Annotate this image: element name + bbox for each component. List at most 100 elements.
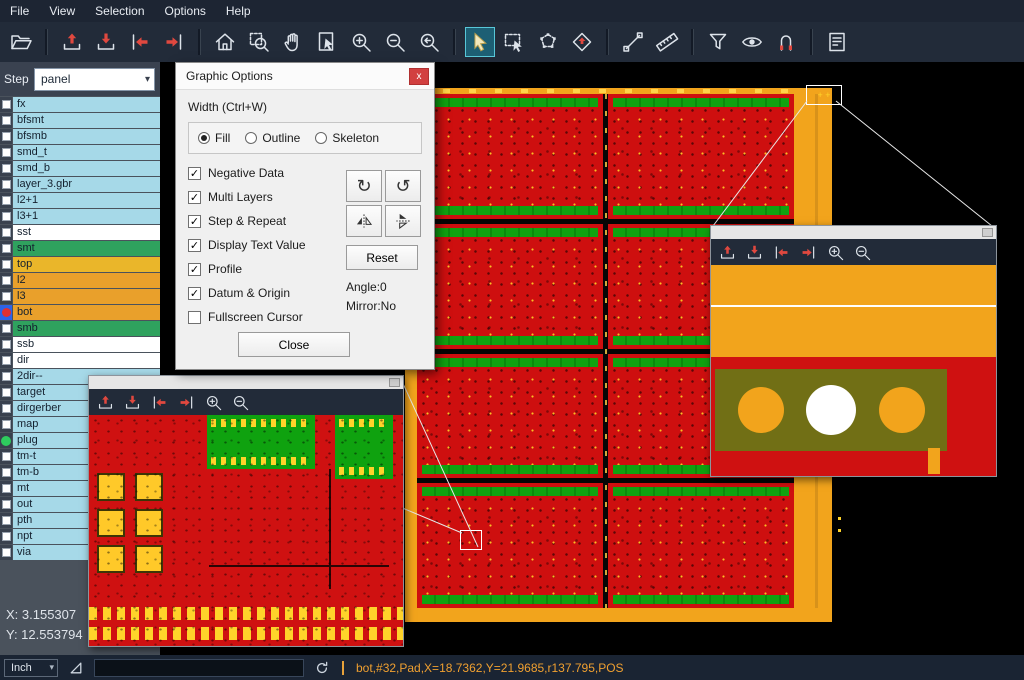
checkbox-display-text-value[interactable]: ✓Display Text Value	[188, 238, 340, 252]
eye-button[interactable]	[737, 27, 767, 57]
tray-down-button[interactable]	[91, 27, 121, 57]
layers-compare-button[interactable]	[567, 27, 597, 57]
radio-outline[interactable]: Outline	[245, 131, 300, 145]
layer-checkbox[interactable]	[0, 225, 12, 240]
layer-checkbox[interactable]	[0, 241, 12, 256]
layer-row-layer_3.gbr[interactable]: layer_3.gbr	[0, 177, 160, 192]
layer-checkbox[interactable]	[0, 193, 12, 208]
layer-dot-indicator[interactable]	[0, 433, 12, 448]
layer-checkbox[interactable]	[0, 209, 12, 224]
layer-checkbox[interactable]	[0, 289, 12, 304]
menu-selection[interactable]: Selection	[85, 0, 154, 22]
net-probe-button[interactable]	[771, 27, 801, 57]
zoom-in-button[interactable]	[201, 390, 225, 414]
filter-button[interactable]	[703, 27, 733, 57]
radio-skeleton[interactable]: Skeleton	[315, 131, 379, 145]
tray-up-button[interactable]	[93, 390, 117, 414]
layer-row-top[interactable]: top	[0, 257, 160, 272]
layer-checkbox[interactable]	[0, 273, 12, 288]
layer-checkbox[interactable]	[0, 449, 12, 464]
layer-row-bfsmt[interactable]: bfsmt	[0, 113, 160, 128]
layer-row-fx[interactable]: fx	[0, 97, 160, 112]
refresh-icon[interactable]	[314, 660, 330, 676]
checkbox-step-repeat[interactable]: ✓Step & Repeat	[188, 214, 340, 228]
mirror-vertical-button[interactable]	[385, 205, 421, 237]
layer-checkbox[interactable]	[0, 545, 12, 560]
nav-right-button[interactable]	[796, 240, 820, 264]
restore-window-icon[interactable]	[982, 228, 993, 237]
layer-checkbox[interactable]	[0, 513, 12, 528]
zoom-prev-button[interactable]	[414, 27, 444, 57]
layer-row-smb[interactable]: smb	[0, 321, 160, 336]
tray-down-button[interactable]	[120, 390, 144, 414]
layer-row-l3[interactable]: l3	[0, 289, 160, 304]
command-input[interactable]	[94, 659, 304, 677]
layer-checkbox[interactable]	[0, 369, 12, 384]
zoom-in-button[interactable]	[346, 27, 376, 57]
restore-window-icon[interactable]	[389, 378, 400, 387]
layer-checkbox[interactable]	[0, 353, 12, 368]
layer-row-smd_b[interactable]: smd_b	[0, 161, 160, 176]
layer-checkbox[interactable]	[0, 177, 12, 192]
select-poly-button[interactable]	[533, 27, 563, 57]
measure-ruler-button[interactable]	[652, 27, 682, 57]
zoom-out-button[interactable]	[228, 390, 252, 414]
layer-checkbox[interactable]	[0, 161, 12, 176]
step-selector[interactable]: panel	[34, 68, 155, 91]
nav-left-button[interactable]	[125, 27, 155, 57]
dialog-title-bar[interactable]: Graphic Options x	[176, 63, 434, 90]
zoom-out-button[interactable]	[380, 27, 410, 57]
checkbox-profile[interactable]: ✓Profile	[188, 262, 340, 276]
layer-row-ssb[interactable]: ssb	[0, 337, 160, 352]
layer-checkbox[interactable]	[0, 97, 12, 112]
checkbox-fullscreen-cursor[interactable]: Fullscreen Cursor	[188, 310, 340, 324]
snap-angle-icon[interactable]	[68, 660, 84, 676]
layer-row-dir[interactable]: dir	[0, 353, 160, 368]
nav-right-button[interactable]	[174, 390, 198, 414]
tray-up-button[interactable]	[715, 240, 739, 264]
nav-left-button[interactable]	[769, 240, 793, 264]
layer-row-smt[interactable]: smt	[0, 241, 160, 256]
popup-title-bar[interactable]	[89, 376, 403, 389]
layer-checkbox[interactable]	[0, 321, 12, 336]
layer-checkbox[interactable]	[0, 337, 12, 352]
tray-up-button[interactable]	[57, 27, 87, 57]
layer-row-l3+1[interactable]: l3+1	[0, 209, 160, 224]
pan-hand-button[interactable]	[278, 27, 308, 57]
zoom-in-button[interactable]	[823, 240, 847, 264]
rotate-ccw-button[interactable]: ↺	[385, 170, 421, 202]
zoom-area-button[interactable]	[244, 27, 274, 57]
menu-file[interactable]: File	[0, 0, 39, 22]
reset-button[interactable]: Reset	[346, 245, 418, 270]
layer-row-bfsmb[interactable]: bfsmb	[0, 129, 160, 144]
select-doc-button[interactable]	[312, 27, 342, 57]
layer-row-bot[interactable]: bot	[0, 305, 160, 320]
layer-checkbox[interactable]	[0, 113, 12, 128]
line-tool-button[interactable]	[618, 27, 648, 57]
checkbox-datum-origin[interactable]: ✓Datum & Origin	[188, 286, 340, 300]
report-button[interactable]	[822, 27, 852, 57]
close-button[interactable]: Close	[238, 332, 350, 357]
layer-checkbox[interactable]	[0, 129, 12, 144]
mirror-horizontal-button[interactable]	[346, 205, 382, 237]
open-folder-button[interactable]	[6, 27, 36, 57]
zoom-out-button[interactable]	[850, 240, 874, 264]
unit-selector[interactable]: Inch	[4, 659, 58, 677]
layer-row-l2[interactable]: l2	[0, 273, 160, 288]
menu-help[interactable]: Help	[216, 0, 261, 22]
nav-right-button[interactable]	[159, 27, 189, 57]
layer-checkbox[interactable]	[0, 401, 12, 416]
menu-view[interactable]: View	[39, 0, 85, 22]
layer-checkbox[interactable]	[0, 145, 12, 160]
layer-checkbox[interactable]	[0, 497, 12, 512]
layer-checkbox[interactable]	[0, 417, 12, 432]
nav-left-button[interactable]	[147, 390, 171, 414]
home-button[interactable]	[210, 27, 240, 57]
layer-row-sst[interactable]: sst	[0, 225, 160, 240]
select-area-button[interactable]	[499, 27, 529, 57]
layer-checkbox[interactable]	[0, 465, 12, 480]
menu-options[interactable]: Options	[155, 0, 216, 22]
cursor-button[interactable]	[465, 27, 495, 57]
layer-row-l2+1[interactable]: l2+1	[0, 193, 160, 208]
close-icon[interactable]: x	[409, 68, 429, 85]
